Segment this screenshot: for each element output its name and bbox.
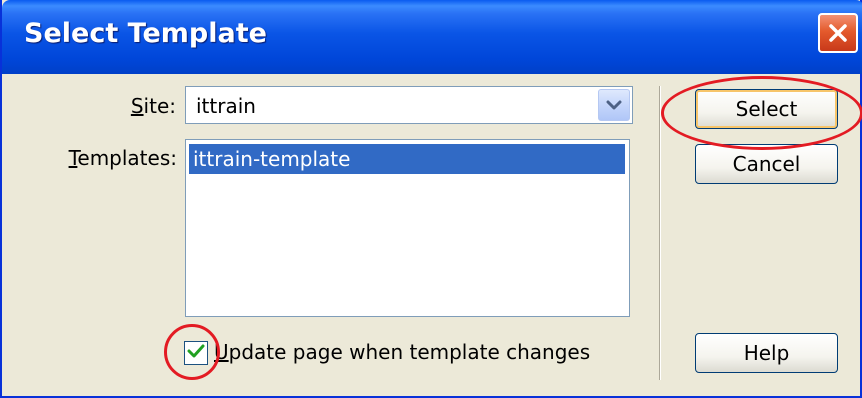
site-label: Site: — [130, 94, 176, 118]
close-icon — [827, 22, 849, 44]
close-button[interactable] — [818, 13, 858, 53]
update-page-checkbox-label[interactable]: Update page when template changes — [214, 340, 590, 364]
cancel-button[interactable]: Cancel — [695, 144, 838, 184]
site-dropdown-button[interactable] — [598, 89, 630, 121]
checkmark-icon — [187, 343, 205, 363]
help-button[interactable]: Help — [695, 333, 838, 373]
templates-label: Templates: — [68, 146, 177, 170]
select-button[interactable]: Select — [695, 89, 838, 129]
templates-listbox[interactable]: ittrain-template — [185, 139, 630, 317]
vertical-divider — [659, 86, 661, 380]
select-template-dialog: Select Template Site: ittrain Templates:… — [0, 0, 862, 398]
chevron-down-icon — [606, 96, 622, 115]
site-dropdown[interactable]: ittrain — [185, 86, 633, 124]
dialog-title: Select Template — [24, 18, 267, 49]
site-dropdown-value: ittrain — [196, 94, 256, 118]
title-bar[interactable]: Select Template — [2, 0, 862, 74]
update-page-checkbox[interactable] — [184, 341, 208, 365]
list-item[interactable]: ittrain-template — [189, 144, 625, 174]
